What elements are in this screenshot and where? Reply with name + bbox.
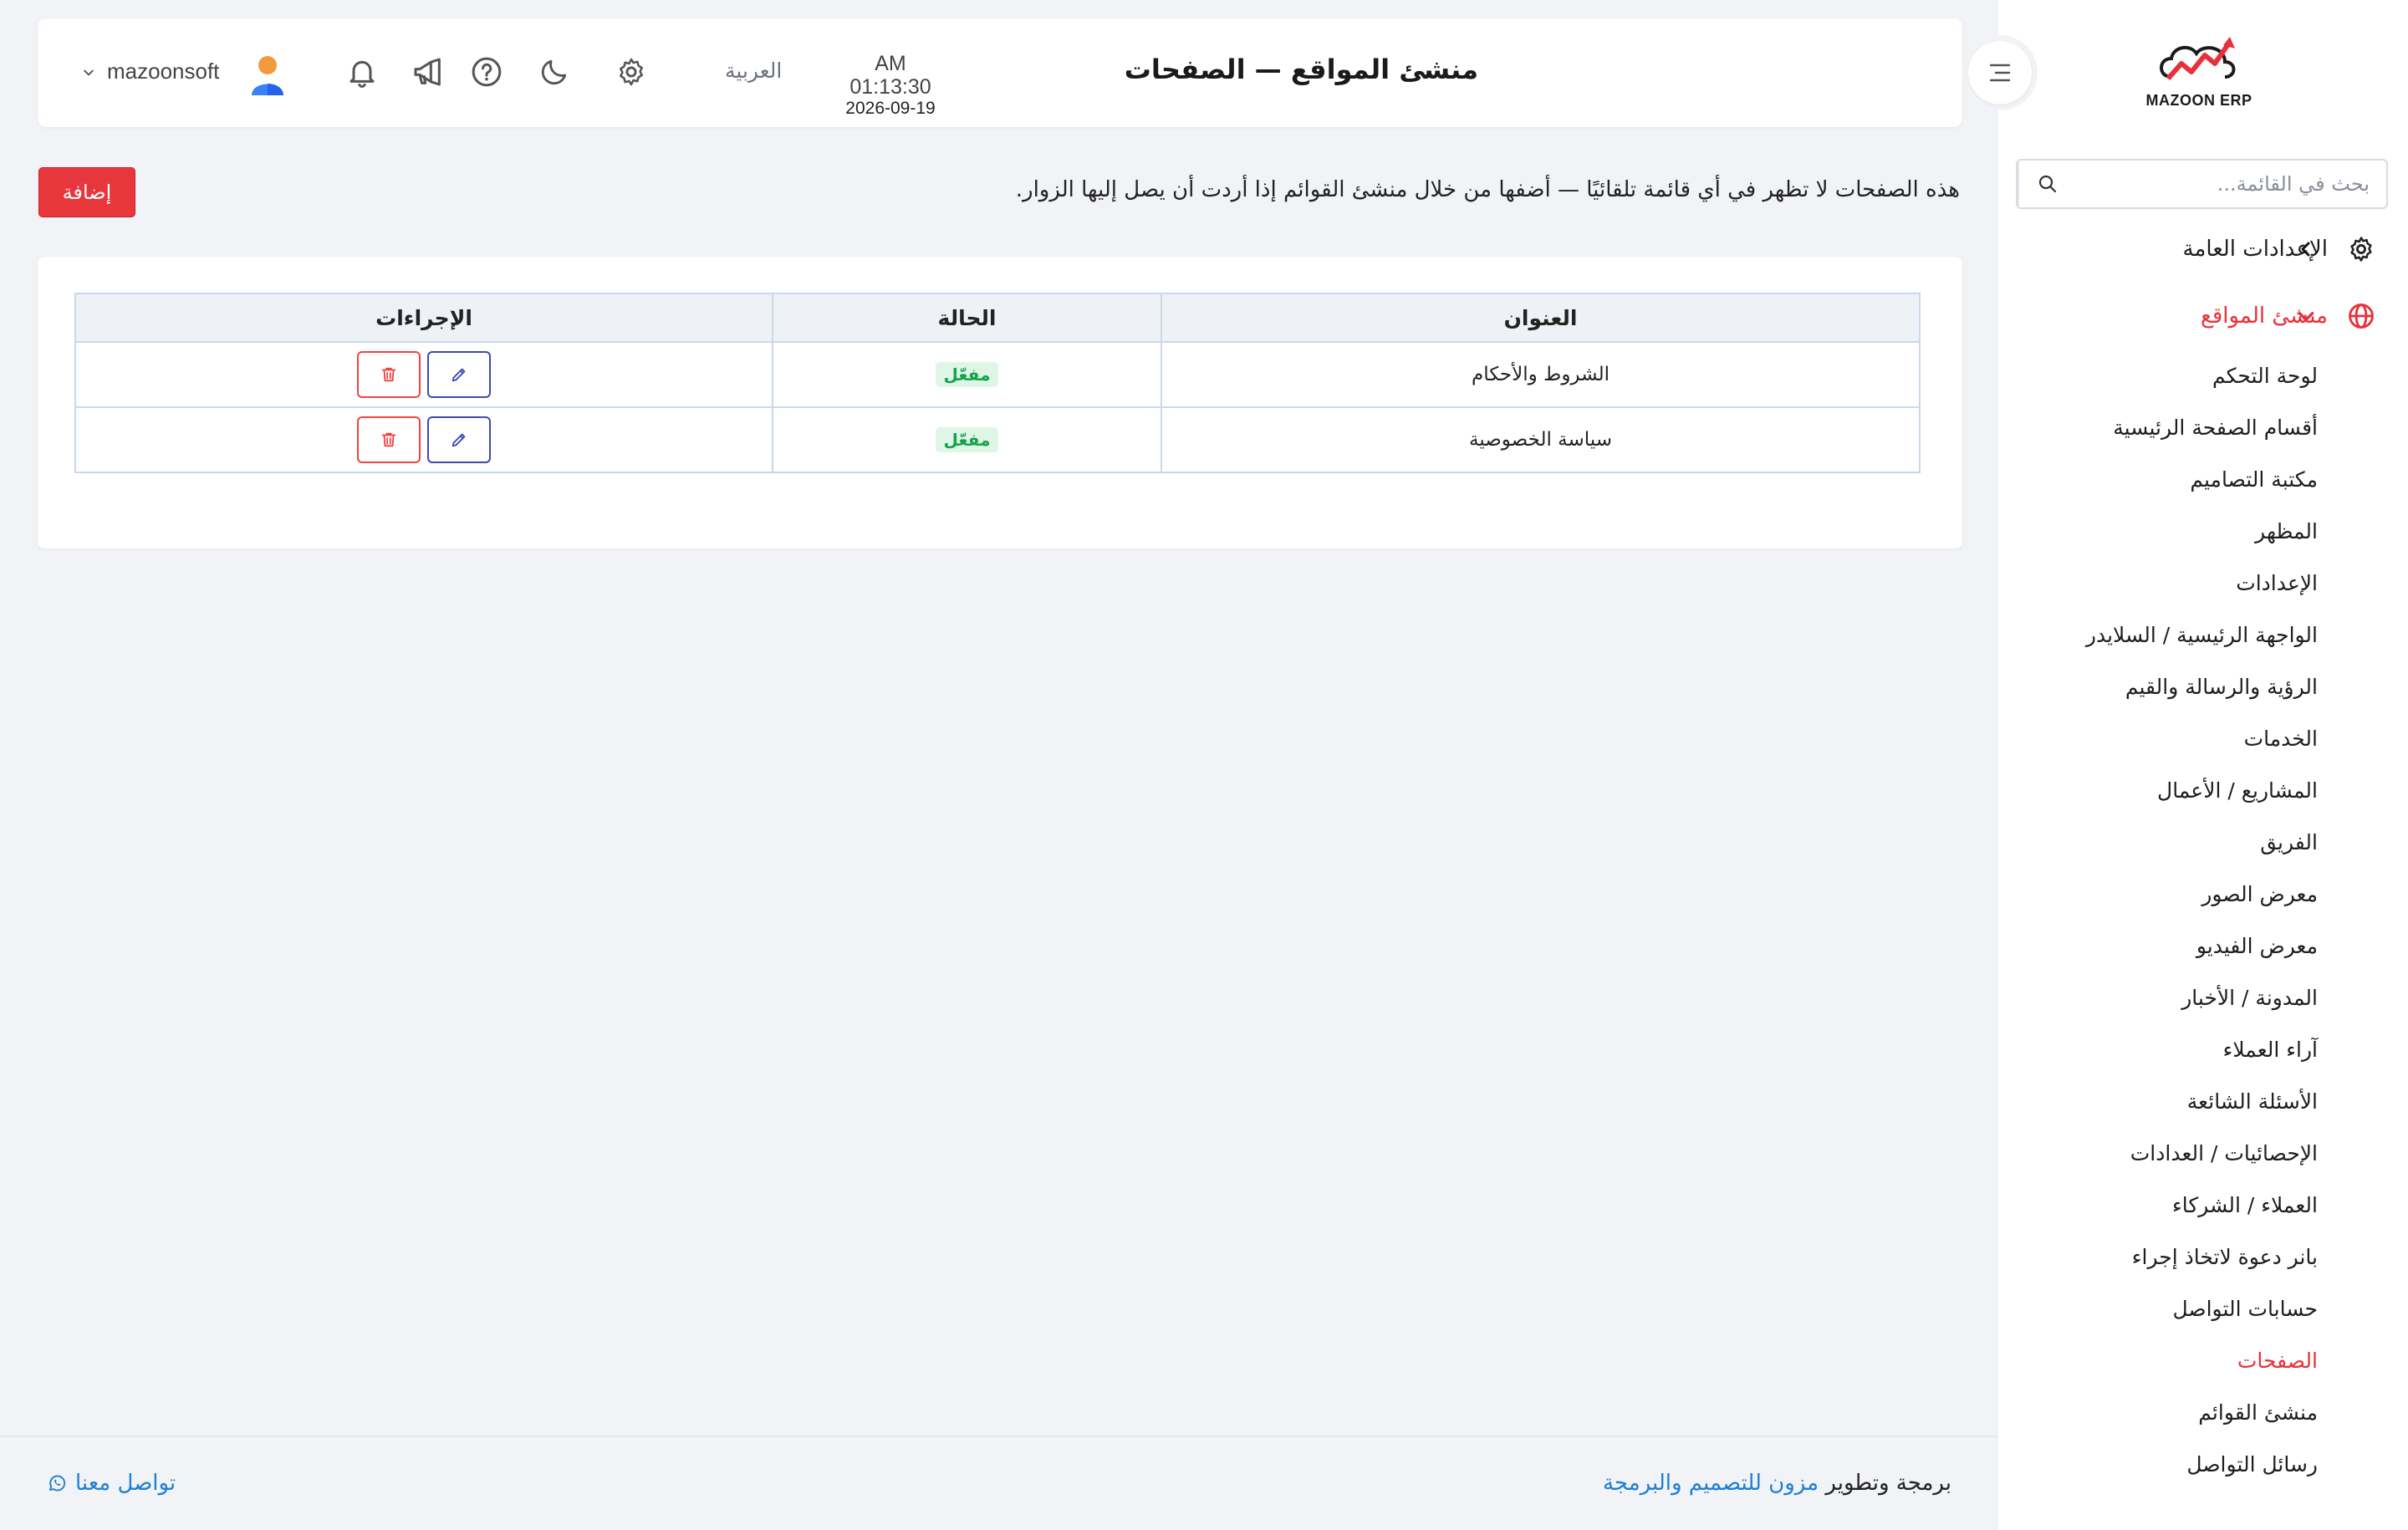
notification-bell-icon[interactable] [342,52,382,92]
footer-credit-link[interactable]: مزون للتصميم والبرمجة [1603,1471,1819,1496]
footer: برمجة وتطوير مزون للتصميم والبرمجة تواصل… [0,1436,1998,1530]
column-header-actions: الإجراءات [74,293,773,343]
dark-mode-moon-icon[interactable] [534,52,574,92]
sidebar-item-testimonials[interactable]: آراء العملاء [1998,1023,2408,1075]
sidebar-item-services[interactable]: الخدمات [1998,712,2408,764]
pencil-icon [452,433,466,447]
page-title-cell: سياسة الخصوصية [1161,406,1921,473]
status-badge: مفعّل [935,427,999,452]
username[interactable]: mazoonsoft [107,59,219,84]
top-header: منشئ المواقع — الصفحات AM 01:13:30 2026-… [38,18,1962,127]
language-switcher[interactable]: العربية [725,59,782,83]
logo-icon [2160,37,2236,80]
pages-table: العنوان الحالة الإجراءات الشروط والأحكام… [74,293,1921,473]
chevron-down-icon[interactable] [79,64,98,82]
sidebar-item-appearance[interactable]: المظهر [1998,505,2408,557]
brand-logo[interactable]: MAZOON ERP [2140,33,2258,113]
sidebar-item-settings[interactable]: الإعدادات [1998,557,2408,609]
delete-button[interactable] [357,351,421,398]
footer-credit: برمجة وتطوير مزون للتصميم والبرمجة [1603,1471,1951,1496]
sidebar-item-pages[interactable]: الصفحات [1998,1334,2408,1386]
footer-credit-prefix: برمجة وتطوير [1825,1471,1951,1496]
globe-icon [2346,301,2376,331]
logo-text: MAZOON ERP [2145,92,2252,109]
clock: AM 01:13:30 2026-09-19 [832,52,949,119]
sidebar-item-contact-messages[interactable]: رسائل التواصل [1998,1438,2408,1490]
status-cell: مفعّل [772,341,1162,408]
sidebar-item-faq[interactable]: الأسئلة الشائعة [1998,1075,2408,1127]
sidebar-item-menu-builder[interactable]: منشئ القوائم [1998,1386,2408,1438]
chevron-left-icon [2291,234,2321,264]
sidebar-item-vision-mission[interactable]: الرؤية والرسالة والقيم [1998,660,2408,712]
sidebar-item-video-gallery[interactable]: معرض الفيديو [1998,920,2408,972]
sidebar-item-team[interactable]: الفريق [1998,816,2408,868]
table-header-row: العنوان الحالة الإجراءات [74,293,1921,343]
page-title: منشئ المواقع — الصفحات [1124,54,1478,85]
table-row: الشروط والأحكام مفعّل [74,341,1921,408]
add-page-button[interactable]: إضافة [38,167,135,217]
actions-cell [74,406,773,473]
column-header-status: الحالة [772,293,1162,343]
clock-date: 2026-09-19 [845,99,936,118]
sidebar-item-cta-banner[interactable]: بانر دعوة لاتخاذ إجراء [1998,1231,2408,1283]
sidebar-item-projects[interactable]: المشاريع / الأعمال [1998,764,2408,816]
delete-button[interactable] [357,416,421,463]
sidebar-item-blog[interactable]: المدونة / الأخبار [1998,972,2408,1023]
pages-table-card: العنوان الحالة الإجراءات الشروط والأحكام… [38,257,1962,548]
sidebar-item-design-library[interactable]: مكتبة التصاميم [1998,453,2408,505]
sidebar-menu: الإعدادات العامة منشئ المواقع لوحة التحك… [1998,216,2408,1490]
sidebar-group-general-settings[interactable]: الإعدادات العامة [1998,216,2408,283]
status-badge: مفعّل [935,362,999,387]
sidebar-search-input[interactable] [2076,161,2386,207]
sidebar-sub-list: لوحة التحكم أقسام الصفحة الرئيسية مكتبة … [1998,349,2408,1490]
sidebar: MAZOON ERP الإعدادات العامة منشئ المواقع [1998,0,2408,1530]
gear-icon [2346,234,2376,264]
sidebar-item-home-sections[interactable]: أقسام الصفحة الرئيسية [1998,401,2408,453]
megaphone-icon[interactable] [408,52,448,92]
contact-us-label: تواصل معنا [75,1471,176,1496]
sidebar-item-hero-slider[interactable]: الواجهة الرئيسية / السلايدر [1998,609,2408,660]
clock-time: AM 01:13:30 [849,52,931,99]
whatsapp-icon [49,1475,66,1492]
menu-icon [1968,41,2032,105]
settings-gear-icon[interactable] [611,52,651,92]
page-title-cell: الشروط والأحكام [1161,341,1921,408]
edit-button[interactable] [427,416,491,463]
sidebar-group-site-builder[interactable]: منشئ المواقع [1998,283,2408,349]
search-icon[interactable] [2018,161,2076,207]
sidebar-item-statistics[interactable]: الإحصائيات / العدادات [1998,1127,2408,1179]
table-row: سياسة الخصوصية مفعّل [74,406,1921,473]
trash-icon [381,432,396,447]
sidebar-item-photo-gallery[interactable]: معرض الصور [1998,868,2408,920]
trash-icon [381,367,396,382]
sidebar-item-clients[interactable]: العملاء / الشركاء [1998,1179,2408,1231]
chevron-down-icon [2291,301,2321,331]
user-avatar[interactable] [245,52,290,97]
edit-button[interactable] [427,351,491,398]
actions-cell [74,341,773,408]
pencil-icon [452,368,466,382]
sidebar-search [2016,159,2388,209]
sidebar-toggle-button[interactable] [1962,35,2038,110]
contact-us-link[interactable]: تواصل معنا [47,1471,176,1496]
column-header-title: العنوان [1161,293,1921,343]
pages-info-text: هذه الصفحات لا تظهر في أي قائمة تلقائيًا… [1015,177,1960,202]
sidebar-item-dashboard[interactable]: لوحة التحكم [1998,349,2408,401]
status-cell: مفعّل [772,406,1162,473]
help-icon[interactable] [467,52,507,92]
sidebar-item-social-accounts[interactable]: حسابات التواصل [1998,1283,2408,1334]
